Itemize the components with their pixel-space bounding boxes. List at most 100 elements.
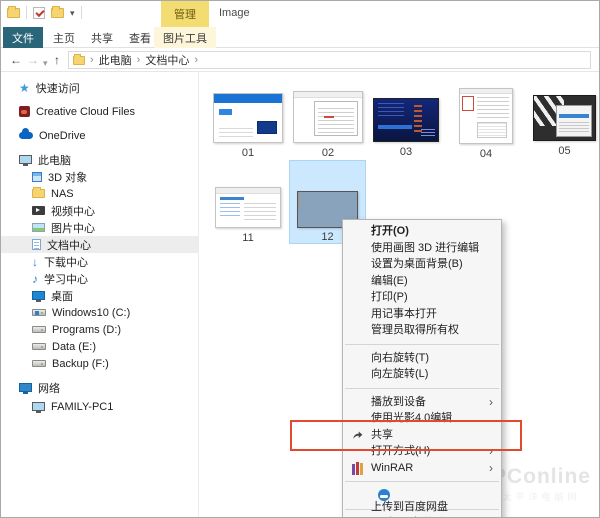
context-menu: 打开(O) 使用画图 3D 进行编辑 设置为桌面背景(B) 编辑(E) 打印(P… — [290, 219, 522, 518]
sidebar-item-this-pc[interactable]: 此电脑 — [1, 151, 198, 168]
toolbar-separator — [26, 6, 27, 19]
properties-icon[interactable] — [33, 6, 45, 19]
network-icon — [19, 383, 32, 394]
thumbnail-image — [459, 88, 513, 144]
menu-item-edit-with-guangying[interactable]: 使用光影4.0编辑 — [343, 410, 501, 427]
breadcrumb-chevron-icon: › — [136, 54, 141, 66]
up-arrow-icon[interactable]: ↑ — [54, 52, 60, 68]
window-title: Image — [219, 7, 250, 19]
sidebar-item-video-center[interactable]: 视频中心 — [1, 202, 198, 219]
sidebar-item-network[interactable]: 网络 — [1, 379, 198, 396]
baidu-netdisk-icon — [378, 489, 390, 501]
watermark-subtitle-text: 太平洋电脑网 — [502, 492, 581, 502]
menu-item-play-to-device[interactable]: 播放到设备 › — [343, 394, 501, 411]
file-thumbnail-02[interactable]: 02 — [293, 91, 363, 159]
tab-file[interactable]: 文件 — [3, 27, 43, 48]
thumbnail-image — [293, 91, 363, 143]
sidebar-item-study-center[interactable]: ♪ 学习中心 — [1, 270, 198, 287]
file-label: 02 — [321, 147, 335, 159]
watermark-logo-text: PConline — [491, 465, 591, 488]
manage-contextual-tab[interactable]: 管理 — [161, 1, 209, 27]
submenu-chevron-icon: › — [489, 394, 493, 409]
breadcrumb-chevron-icon: › — [194, 54, 199, 66]
sidebar-item-drive-d[interactable]: Programs (D:) — [1, 321, 198, 338]
tab-home[interactable]: 主页 — [45, 27, 83, 48]
menu-item-print[interactable]: 打印(P) — [343, 289, 501, 306]
thumbnail-image — [213, 93, 283, 143]
menu-item-winrar[interactable]: WinRAR › — [343, 460, 501, 477]
drive-icon — [32, 326, 46, 333]
document-icon — [32, 239, 41, 250]
breadcrumb-this-pc[interactable]: 此电脑 — [99, 52, 132, 68]
ribbon-tab-bar: 文件 主页 共享 查看 图片工具 — [1, 27, 599, 48]
navigation-pane: ★ 快速访问 Creative Cloud Files OneDrive 此电脑 … — [1, 72, 199, 517]
history-dropdown-icon[interactable]: ▾ — [43, 55, 48, 71]
menu-separator — [345, 343, 499, 345]
drive-icon — [32, 343, 46, 350]
onedrive-cloud-icon — [19, 128, 33, 139]
creative-cloud-icon — [19, 106, 30, 117]
address-breadcrumb-box[interactable]: › 此电脑 › 文档中心 › — [68, 51, 591, 69]
video-icon — [32, 206, 45, 215]
sidebar-item-family-pc1[interactable]: FAMILY-PC1 — [1, 398, 198, 415]
sidebar-item-drive-e[interactable]: Data (E:) — [1, 338, 198, 355]
folder-icon[interactable] — [7, 5, 20, 18]
file-label: 12 — [321, 231, 334, 243]
sidebar-item-drive-c[interactable]: Windows10 (C:) — [1, 304, 198, 321]
sidebar-item-download-center[interactable]: ↓ 下载中心 — [1, 253, 198, 270]
sidebar-item-3d-objects[interactable]: 3D 对象 — [1, 168, 198, 185]
tab-picture-tools[interactable]: 图片工具 — [154, 27, 216, 48]
sidebar-item-creative-cloud-files[interactable]: Creative Cloud Files — [1, 103, 198, 120]
new-folder-icon[interactable] — [51, 5, 64, 18]
file-thumbnail-04[interactable]: 04 — [459, 88, 513, 160]
desktop-icon — [32, 291, 45, 302]
star-icon: ★ — [19, 80, 30, 95]
file-thumbnail-11[interactable]: 11 — [215, 187, 281, 244]
menu-item-rotate-right[interactable]: 向右旋转(T) — [343, 350, 501, 367]
file-thumbnail-01[interactable]: 01 — [213, 93, 283, 159]
menu-item-take-ownership[interactable]: 管理员取得所有权 — [343, 322, 501, 339]
sidebar-item-desktop[interactable]: 桌面 — [1, 287, 198, 304]
menu-item-send-via-qq[interactable]: 通过QQ发送到 — [343, 515, 501, 518]
file-label: 01 — [241, 147, 255, 159]
music-note-icon: ♪ — [32, 271, 38, 286]
forward-arrow-icon[interactable]: → — [27, 52, 39, 68]
computer-icon — [19, 155, 32, 166]
submenu-chevron-icon: › — [489, 444, 493, 458]
menu-item-edit[interactable]: 编辑(E) — [343, 273, 501, 290]
chevron-down-icon[interactable]: ▾ — [70, 8, 75, 18]
breadcrumb-document-center[interactable]: 文档中心 — [145, 52, 189, 68]
sidebar-item-quick-access[interactable]: ★ 快速访问 — [1, 79, 198, 96]
thumbnail-image — [533, 95, 596, 141]
file-label: 05 — [558, 145, 571, 157]
file-label: 11 — [242, 232, 254, 244]
menu-item-share[interactable]: 共享 — [290, 419, 522, 451]
menu-item-edit-with-paint3d[interactable]: 使用画图 3D 进行编辑 — [343, 240, 501, 257]
file-thumbnail-05[interactable]: 05 — [533, 95, 596, 157]
address-bar-row: ← → ▾ ↑ › 此电脑 › 文档中心 › — [1, 48, 599, 72]
file-thumbnail-03[interactable]: 03 — [373, 98, 439, 158]
menu-item-upload-to-baidu-netdisk[interactable]: 上传到百度网盘 — [343, 487, 501, 513]
menu-item-open-with[interactable]: 打开方式(H) › — [343, 443, 501, 460]
title-bar: ▾ 管理 Image — [1, 1, 599, 27]
menu-separator — [345, 481, 499, 482]
submenu-chevron-icon: › — [489, 460, 493, 475]
menu-item-rotate-left[interactable]: 向左旋转(L) — [343, 366, 501, 383]
sidebar-item-drive-f[interactable]: Backup (F:) — [1, 355, 198, 372]
explorer-window: ▾ 管理 Image 文件 主页 共享 查看 图片工具 ← → ▾ ↑ › 此电… — [0, 0, 600, 518]
quick-access-toolbar: ▾ — [7, 5, 82, 19]
sidebar-item-onedrive[interactable]: OneDrive — [1, 127, 198, 144]
back-arrow-icon[interactable]: ← — [10, 52, 22, 68]
sidebar-item-picture-center[interactable]: 图片中心 — [1, 219, 198, 236]
sidebar-item-nas[interactable]: NAS — [1, 185, 198, 202]
menu-item-open-with-notepad[interactable]: 用记事本打开 — [343, 306, 501, 323]
menu-item-open[interactable]: 打开(O) — [343, 223, 501, 240]
thumbnail-image — [373, 98, 439, 142]
tab-share[interactable]: 共享 — [83, 27, 121, 48]
sidebar-item-document-center[interactable]: 文档中心 — [1, 236, 198, 253]
download-arrow-icon: ↓ — [32, 254, 38, 269]
winrar-icon — [350, 461, 364, 475]
toolbar-separator — [80, 6, 82, 19]
menu-item-set-as-desktop-background[interactable]: 设置为桌面背景(B) — [343, 256, 501, 273]
system-drive-icon — [32, 309, 46, 316]
